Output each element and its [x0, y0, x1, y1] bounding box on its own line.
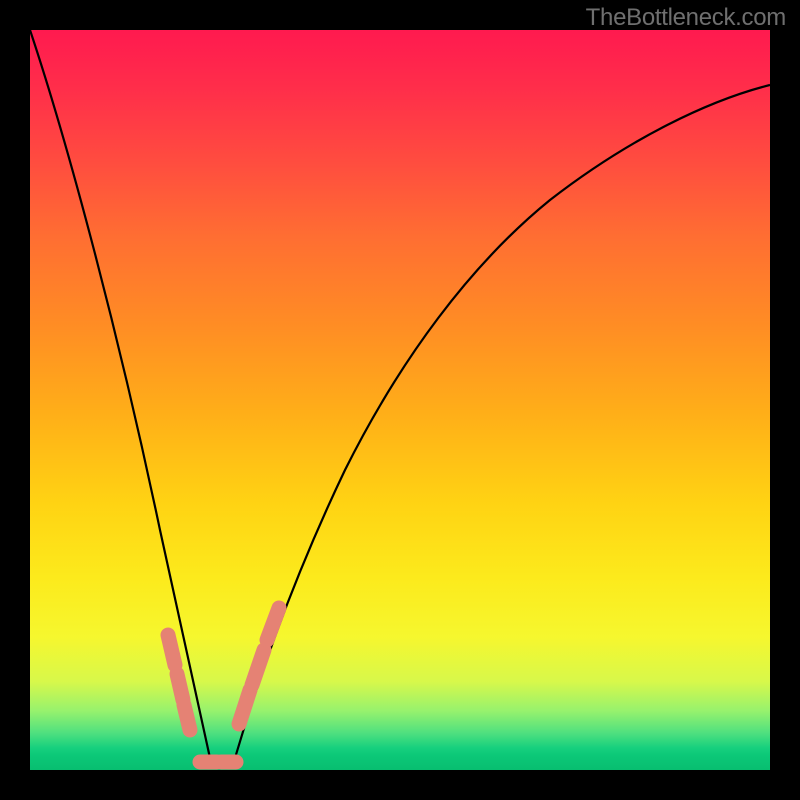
outer-frame: TheBottleneck.com: [0, 0, 800, 800]
marker-group: [168, 608, 279, 762]
marker-capsule: [184, 705, 190, 730]
marker-capsule: [168, 635, 175, 665]
marker-capsule: [177, 674, 183, 700]
plot-area: [30, 30, 770, 770]
bottleneck-curve: [30, 30, 770, 758]
marker-capsule: [239, 690, 250, 724]
watermark-text: TheBottleneck.com: [586, 4, 786, 32]
marker-capsule: [252, 650, 264, 685]
marker-capsule: [267, 608, 279, 640]
curve-svg: [30, 30, 770, 770]
